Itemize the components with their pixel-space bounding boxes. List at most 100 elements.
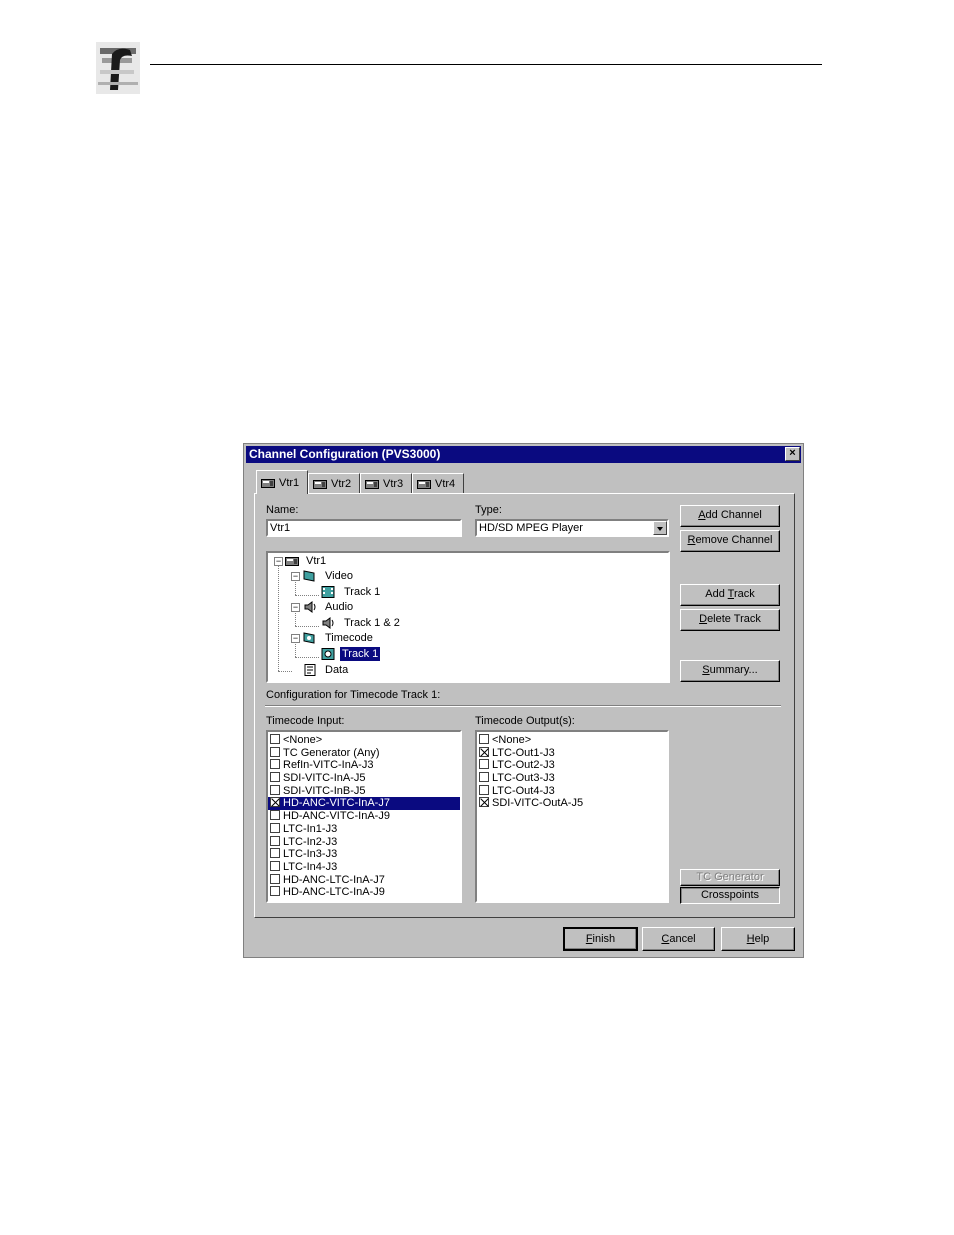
list-item[interactable]: HD-ANC-LTC-InA-J9 xyxy=(268,886,460,899)
checkbox[interactable] xyxy=(270,873,280,884)
tab-vtr2[interactable]: Vtr2 xyxy=(308,473,360,493)
collapse-toggle-audio[interactable]: − xyxy=(291,603,300,612)
checkbox[interactable] xyxy=(270,772,280,783)
list-item[interactable]: HD-ANC-LTC-InA-J7 xyxy=(268,873,460,887)
checkbox[interactable] xyxy=(270,734,280,744)
channel-tree[interactable]: − Vtr1 − Video Track 1 − Audio Track 1 &… xyxy=(266,551,670,683)
checkbox[interactable] xyxy=(479,784,489,795)
timecode-output-label: Timecode Output(s): xyxy=(475,715,575,727)
list-item[interactable]: SDI-VITC-InB-J5 xyxy=(268,784,460,798)
help-button[interactable]: Help xyxy=(721,927,795,951)
type-select-value: HD/SD MPEG Player xyxy=(479,522,583,534)
checkbox[interactable] xyxy=(479,734,489,744)
list-item-label: LTC-Out1-J3 xyxy=(492,746,555,759)
list-item[interactable]: LTC-Out1-J3 xyxy=(477,746,667,760)
list-item-label: LTC-Out4-J3 xyxy=(492,784,555,797)
tab-label: Vtr3 xyxy=(383,477,404,490)
tab-label: Vtr1 xyxy=(279,476,300,489)
checkbox[interactable] xyxy=(270,886,280,897)
company-logo-icon xyxy=(96,42,140,94)
list-item[interactable]: <None> xyxy=(268,734,460,747)
tab-vtr1[interactable]: Vtr1 xyxy=(256,470,308,494)
collapse-toggle-vtr1[interactable]: − xyxy=(274,557,283,566)
summary-button[interactable]: Summary... xyxy=(680,660,780,682)
close-button[interactable]: × xyxy=(785,447,800,461)
list-item[interactable]: LTC-Out4-J3 xyxy=(477,784,667,798)
checkbox[interactable] xyxy=(270,835,280,846)
list-item[interactable]: LTC-In3-J3 xyxy=(268,848,460,861)
list-item[interactable]: <None> xyxy=(477,734,667,747)
collapse-toggle-video[interactable]: − xyxy=(291,572,300,581)
timecode-track-icon xyxy=(321,648,335,660)
list-item[interactable]: LTC-Out2-J3 xyxy=(477,759,667,772)
tc-generator-button[interactable]: TC Generator xyxy=(680,869,780,886)
checkbox[interactable] xyxy=(270,860,280,871)
cancel-button[interactable]: Cancel xyxy=(642,927,715,951)
list-item-label: LTC-In3-J3 xyxy=(283,848,338,861)
list-item-label: HD-ANC-VITC-InA-J9 xyxy=(283,810,390,823)
list-item[interactable]: HD-ANC-VITC-InA-J9 xyxy=(268,810,460,823)
checkbox-checked[interactable] xyxy=(479,746,489,757)
finish-button[interactable]: Finish xyxy=(563,927,638,951)
tree-line xyxy=(295,582,296,595)
tree-line xyxy=(295,644,296,657)
list-item-label: SDI-VITC-InB-J5 xyxy=(283,784,366,797)
checkbox[interactable] xyxy=(270,759,280,770)
list-item[interactable]: SDI-VITC-OutA-J5 xyxy=(477,797,667,810)
checkbox[interactable] xyxy=(270,784,280,795)
title-bar: Channel Configuration (PVS3000) × xyxy=(246,446,801,463)
tab-label: Vtr2 xyxy=(331,477,352,490)
type-select[interactable]: HD/SD MPEG Player xyxy=(475,519,669,537)
remove-channel-button[interactable]: Remove Channel xyxy=(680,530,780,552)
checkbox-checked[interactable] xyxy=(479,797,489,808)
vtr-icon xyxy=(261,478,275,488)
add-channel-button[interactable]: Add Channel xyxy=(680,505,780,527)
checkbox[interactable] xyxy=(479,759,489,770)
list-item-label: HD-ANC-LTC-InA-J9 xyxy=(283,886,385,899)
tree-line xyxy=(295,657,319,658)
list-item[interactable]: SDI-VITC-InA-J5 xyxy=(268,772,460,785)
data-icon xyxy=(304,664,316,676)
checkbox[interactable] xyxy=(270,848,280,859)
list-item[interactable]: LTC-Out3-J3 xyxy=(477,772,667,785)
tree-line xyxy=(278,566,279,671)
configuration-label: Configuration for Timecode Track 1: xyxy=(266,689,441,701)
collapse-toggle-timecode[interactable]: − xyxy=(291,634,300,643)
list-item[interactable]: LTC-In1-J3 xyxy=(268,822,460,836)
list-item-label: <None> xyxy=(492,734,532,746)
chevron-down-icon[interactable] xyxy=(653,521,667,535)
tab-vtr4[interactable]: Vtr4 xyxy=(412,473,464,493)
separator xyxy=(265,705,781,707)
delete-track-button[interactable]: Delete Track xyxy=(680,609,780,631)
tree-line xyxy=(295,613,296,626)
vtr-icon xyxy=(417,479,431,489)
timecode-output-list[interactable]: <None> LTC-Out1-J3 LTC-Out2-J3 LTC-Out3-J3 L… xyxy=(475,730,669,903)
vtr-icon xyxy=(313,479,327,489)
checkbox[interactable] xyxy=(270,746,280,757)
checkbox[interactable] xyxy=(270,822,280,833)
list-item[interactable]: TC Generator (Any) xyxy=(268,746,460,760)
timecode-input-label: Timecode Input: xyxy=(266,715,345,727)
name-input[interactable]: Vtr1 xyxy=(266,519,462,537)
tab-vtr3[interactable]: Vtr3 xyxy=(360,473,412,493)
list-item[interactable]: LTC-In2-J3 xyxy=(268,835,460,849)
crosspoints-button[interactable]: Crosspoints xyxy=(680,887,780,904)
list-item-label: RefIn-VITC-InA-J3 xyxy=(283,759,374,772)
list-item[interactable]: LTC-In4-J3 xyxy=(268,860,460,874)
timecode-input-list[interactable]: <None> TC Generator (Any) RefIn-VITC-InA-J… xyxy=(266,730,462,903)
tree-line xyxy=(295,626,319,627)
list-item[interactable]: RefIn-VITC-InA-J3 xyxy=(268,759,460,772)
checkbox[interactable] xyxy=(270,810,280,821)
type-label: Type: xyxy=(475,504,502,516)
name-label: Name: xyxy=(266,504,299,516)
checkbox[interactable] xyxy=(479,772,489,783)
tree-line xyxy=(278,671,292,672)
list-item-label: HD-ANC-VITC-InA-J7 xyxy=(283,797,390,810)
list-item[interactable]: HD-ANC-VITC-InA-J7 xyxy=(268,797,460,811)
timecode-icon xyxy=(303,632,315,644)
speaker-icon xyxy=(322,617,334,629)
tab-label: Vtr4 xyxy=(435,477,456,490)
checkbox-checked[interactable] xyxy=(270,797,280,808)
list-item-label: HD-ANC-LTC-InA-J7 xyxy=(283,873,385,886)
add-track-button[interactable]: Add Track xyxy=(680,584,780,606)
